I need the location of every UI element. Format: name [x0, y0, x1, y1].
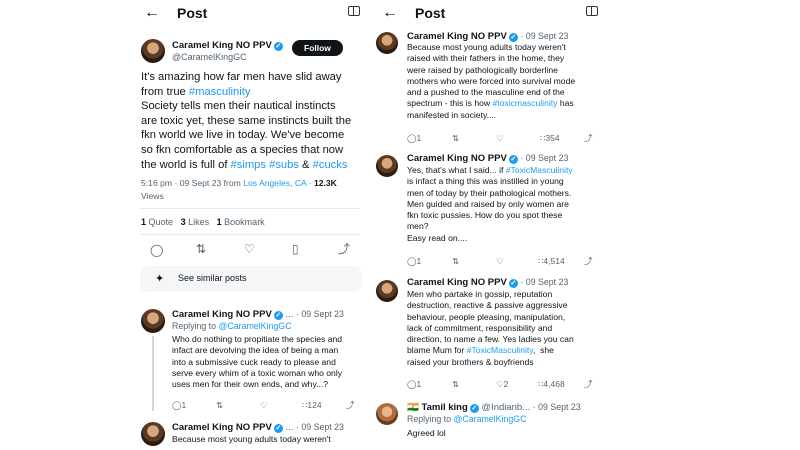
- avatar[interactable]: [376, 403, 398, 425]
- verified-badge-icon: ✓: [508, 155, 518, 164]
- reply-icon[interactable]: ◯: [150, 244, 163, 256]
- verified-badge-icon: ✓: [508, 33, 518, 42]
- avatar[interactable]: [141, 309, 165, 333]
- reply-author-name[interactable]: Caramel King NO PPV ✓ ... · 09 Sept 23: [172, 422, 344, 433]
- bookmarks-stat[interactable]: 1 Bookmark: [217, 217, 265, 227]
- top-bar: ← Post: [370, 0, 606, 28]
- avatar[interactable]: [376, 280, 398, 302]
- reply-text: Because most young adults today weren't: [172, 434, 331, 444]
- share-icon[interactable]: ⤴: [346, 400, 355, 410]
- reader-mode-icon[interactable]: [348, 6, 360, 16]
- views-label: Views: [141, 191, 164, 201]
- hashtag-link[interactable]: #ToxicMasculinity: [467, 345, 533, 355]
- verified-badge-icon: ✓: [508, 279, 518, 288]
- views-chart-icon[interactable]: ∷354: [540, 133, 560, 143]
- share-icon[interactable]: ⤴: [584, 379, 593, 389]
- heart-icon[interactable]: ♡: [244, 243, 255, 255]
- hashtag-link[interactable]: #subs: [269, 159, 299, 171]
- repost-icon[interactable]: ⇅: [452, 133, 459, 143]
- replying-to-handle[interactable]: @CaramelKingGC: [453, 414, 526, 424]
- author-handle[interactable]: @CaramelKingGC: [172, 52, 247, 62]
- avatar[interactable]: [376, 155, 398, 177]
- verified-badge-icon: ✓: [273, 311, 283, 320]
- share-icon[interactable]: ⤴: [584, 256, 593, 266]
- replying-to: Replying to @CaramelKingGC: [407, 414, 527, 424]
- divider: [140, 208, 360, 209]
- quotes-stat[interactable]: 1 Quote: [141, 217, 173, 227]
- verified-badge-icon: ✓: [273, 42, 283, 51]
- author-name[interactable]: Caramel King NO PPV ✓: [172, 40, 283, 51]
- post-stats: 1 Quote 3 Likes 1 Bookmark: [141, 217, 265, 227]
- arrow-left-icon[interactable]: ←: [144, 5, 160, 21]
- views-chart-icon[interactable]: ∷4,514: [538, 256, 565, 266]
- replying-to-handle[interactable]: @CaramelKingGC: [218, 321, 291, 331]
- hashtag-link[interactable]: #simps: [231, 159, 266, 171]
- reply-text: Agreed lol: [407, 428, 446, 438]
- hashtag-link[interactable]: #toxicmasculinity: [492, 98, 557, 108]
- flag-icon: 🇮🇳: [407, 402, 419, 413]
- heart-icon[interactable]: ♡: [496, 133, 504, 143]
- reply-text: Yes, that's what I said... if #ToxicMasc…: [407, 165, 573, 243]
- post-timestamp: 5:16 pm · 09 Sept 23 from Los Angeles, C…: [141, 178, 337, 188]
- page-title: Post: [177, 5, 208, 21]
- heart-icon[interactable]: ♡: [260, 400, 268, 410]
- reply-author-name[interactable]: Caramel King NO PPV ✓ · 09 Sept 23: [407, 277, 568, 288]
- reply-text: Men who partake in gossip, reputation de…: [407, 289, 574, 367]
- reply-icon[interactable]: ◯1: [407, 133, 421, 143]
- location-link[interactable]: Los Angeles, CA: [243, 178, 306, 188]
- reply-author-name[interactable]: Caramel King NO PPV ✓ · 09 Sept 23: [407, 31, 568, 42]
- reply-icon[interactable]: ◯1: [407, 379, 421, 389]
- top-bar: ← Post: [132, 0, 368, 28]
- left-post-panel: ← Post Caramel King NO PPV ✓ @CaramelKing…: [132, 0, 368, 450]
- page-title: Post: [415, 5, 446, 21]
- hashtag-link[interactable]: #masculinity: [189, 86, 251, 98]
- reply-text: Because most young adults today weren't …: [407, 42, 576, 120]
- verified-badge-icon: ✓: [469, 404, 479, 413]
- post-text: It's amazing how far men have slid away …: [141, 71, 352, 171]
- views-chart-icon[interactable]: ∷124: [302, 400, 322, 410]
- repost-icon[interactable]: ⇅: [452, 256, 459, 266]
- replying-to: Replying to @CaramelKingGC: [172, 321, 292, 331]
- bookmark-icon[interactable]: ▯: [292, 243, 299, 255]
- reply-author-name[interactable]: 🇮🇳 Tamil king ✓ @Indianb... · 09 Sept 23: [407, 402, 581, 413]
- avatar[interactable]: [376, 32, 398, 54]
- divider: [140, 234, 360, 235]
- avatar[interactable]: [141, 39, 165, 63]
- reply-text: Who do nothing to propitiate the species…: [172, 334, 343, 390]
- follow-button[interactable]: Follow: [292, 40, 343, 56]
- hashtag-link[interactable]: #ToxicMasculinity: [506, 165, 573, 175]
- share-icon[interactable]: ⤴: [584, 133, 593, 143]
- arrow-left-icon[interactable]: ←: [382, 5, 398, 21]
- repost-icon[interactable]: ⇅: [216, 400, 223, 410]
- sparkle-icon: ✦: [155, 273, 165, 285]
- reply-author-name[interactable]: Caramel King NO PPV ✓ · 09 Sept 23: [407, 153, 568, 164]
- right-post-panel: ← Post Caramel King NO PPV ✓ · 09 Sept 23…: [370, 0, 606, 450]
- repost-icon[interactable]: ⇅: [196, 243, 206, 255]
- reply-icon[interactable]: ◯1: [407, 256, 421, 266]
- views-count: 12.3K: [313, 178, 337, 188]
- verified-badge-icon: ✓: [273, 424, 283, 433]
- repost-icon[interactable]: ⇅: [452, 379, 459, 389]
- reply-author-name[interactable]: Caramel King NO PPV ✓ ... · 09 Sept 23: [172, 309, 344, 320]
- share-icon[interactable]: ⤴: [338, 243, 350, 255]
- avatar[interactable]: [141, 422, 165, 446]
- thread-line: [152, 336, 154, 411]
- reply-icon[interactable]: ◯1: [172, 400, 186, 410]
- see-similar-posts[interactable]: ✦ See similar posts: [140, 266, 362, 292]
- reader-mode-icon[interactable]: [586, 6, 598, 16]
- heart-icon[interactable]: ♡2: [496, 379, 508, 389]
- views-chart-icon[interactable]: ∷4,468: [538, 379, 565, 389]
- likes-stat[interactable]: 3 Likes: [181, 217, 210, 227]
- heart-icon[interactable]: ♡: [496, 256, 504, 266]
- hashtag-link[interactable]: #cucks: [313, 159, 348, 171]
